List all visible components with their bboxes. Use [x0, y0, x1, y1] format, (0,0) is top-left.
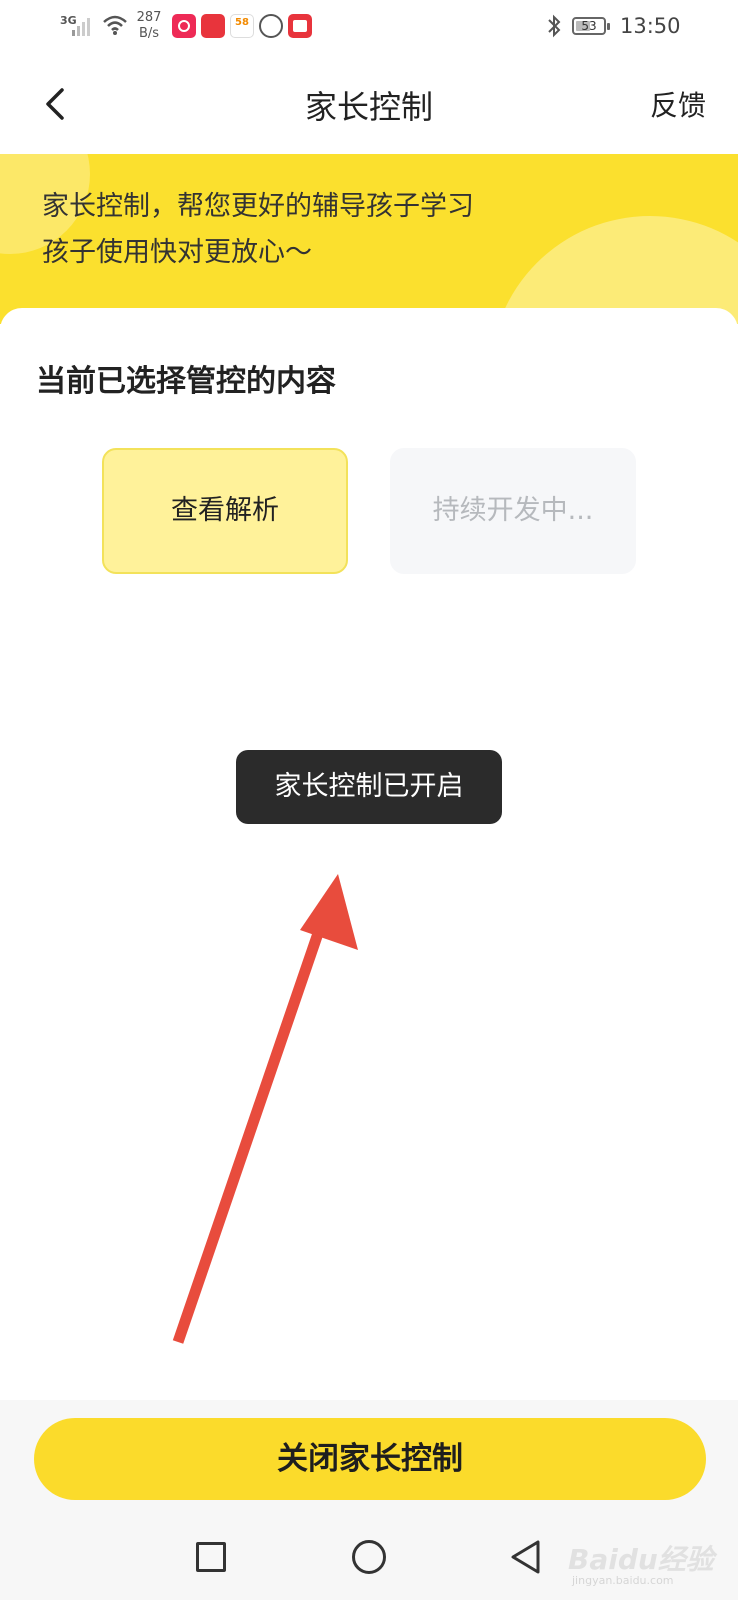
toast-message: 家长控制已开启 [236, 750, 502, 824]
network-speed: 287 B/s [134, 10, 164, 42]
bluetooth-icon [548, 14, 561, 38]
baidu-watermark: Baidu经验 jingyan.baidu.com [568, 1534, 718, 1590]
banner-line: 孩子使用快对更放心～ [42, 237, 312, 268]
speed-value: 287 [136, 10, 162, 25]
battery-level: 53 [581, 19, 597, 33]
annotation-arrow-icon [172, 874, 358, 1344]
triangle-left-icon[interactable] [508, 1538, 544, 1576]
square-icon[interactable] [196, 1542, 226, 1572]
close-parental-control-button[interactable]: 关闭家长控制 [34, 1418, 706, 1500]
notification-app-icon [172, 14, 196, 38]
signal-icon [72, 18, 90, 36]
feedback-button[interactable]: 反馈 [650, 84, 706, 124]
option-view-analysis[interactable]: 查看解析 [102, 448, 348, 574]
battery-icon: 53 [572, 17, 610, 35]
status-bar: 3G 287 B/s 53 13:50 [0, 0, 738, 56]
watermark-logo: Baidu经验 [568, 1543, 714, 1576]
clock: 13:50 [620, 14, 681, 38]
chevron-left-icon[interactable] [38, 82, 72, 126]
watermark-url: jingyan.baidu.com [572, 1574, 674, 1587]
notification-app-icon [230, 14, 254, 38]
speed-unit: B/s [138, 26, 160, 41]
control-content-card: 当前已选择管控的内容 查看解析 持续开发中... [0, 308, 738, 1400]
system-nav-bar: Baidu经验 jingyan.baidu.com [0, 1518, 738, 1600]
wifi-icon [103, 15, 127, 35]
banner-text: 家长控制，帮您更好的辅导孩子学习 孩子使用快对更放心～ [42, 184, 474, 276]
circle-icon[interactable] [352, 1540, 386, 1574]
notification-app-icon [259, 14, 283, 38]
page-title: 家长控制 [304, 88, 433, 126]
top-nav-bar: 家长控制 反馈 [0, 56, 738, 154]
section-title: 当前已选择管控的内容 [36, 364, 336, 399]
notification-book-icon [288, 14, 312, 38]
notification-app-icon [201, 14, 225, 38]
option-in-development: 持续开发中... [390, 448, 636, 574]
banner-line: 家长控制，帮您更好的辅导孩子学习 [42, 191, 474, 222]
intro-banner: 家长控制，帮您更好的辅导孩子学习 孩子使用快对更放心～ [0, 154, 738, 324]
